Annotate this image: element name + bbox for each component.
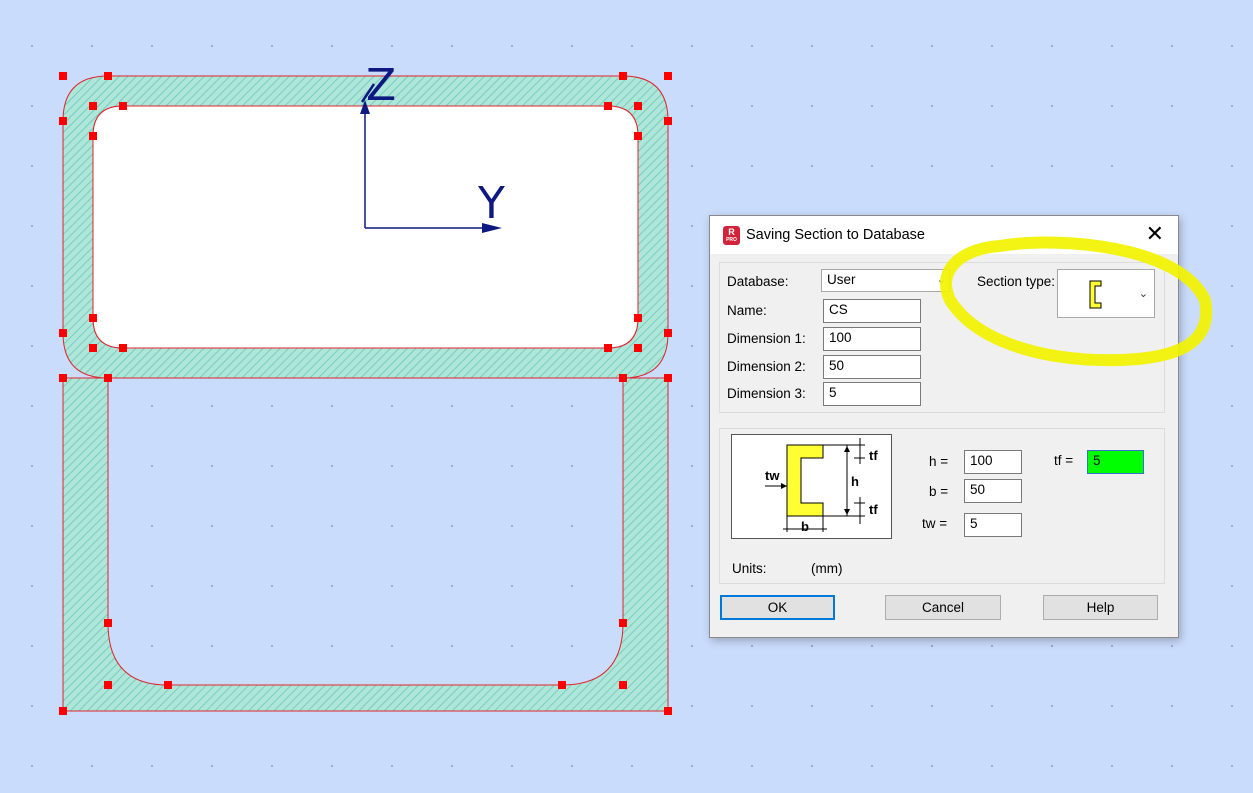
dimension-3-label: Dimension 3: [727,386,806,401]
dialog-title: Saving Section to Database [746,227,925,243]
lower-channel-section[interactable] [62,377,669,712]
y-axis-label: Y [477,178,505,229]
chevron-down-icon: ⌄ [936,274,946,286]
sketch-tw: tw [765,468,780,483]
h-label: h = [929,454,949,469]
section-type-label: Section type: [977,274,1056,289]
section-type-select[interactable]: ⌄ [1057,269,1155,318]
section-sketch: tf h tf tw b [731,434,892,539]
name-field[interactable]: CS [823,299,921,323]
cancel-button[interactable]: Cancel [885,595,1001,620]
help-button[interactable]: Help [1043,595,1158,620]
robot-app-icon: R PRO [723,226,740,245]
units-label: Units: [732,561,767,576]
tf-field[interactable]: 5 [1087,450,1144,474]
sketch-tf-top: tf [869,448,878,463]
sketch-h: h [851,474,859,489]
dimension-2-label: Dimension 2: [727,359,806,374]
h-field[interactable]: 100 [964,450,1022,474]
sketch-b: b [801,519,809,534]
database-selected-value: User [827,272,856,287]
name-label: Name: [727,303,767,318]
dialog-titlebar[interactable]: R PRO Saving Section to Database ✕ [710,216,1178,254]
database-select[interactable]: User ⌄ [821,269,950,292]
b-field[interactable]: 50 [964,479,1022,503]
saving-section-dialog: R PRO Saving Section to Database ✕ Databa… [709,215,1179,638]
b-label: b = [929,484,949,499]
tf-label: tf = [1054,453,1074,468]
dimension-1-label: Dimension 1: [727,331,806,346]
dimension-2-field[interactable]: 50 [823,355,921,379]
database-label: Database: [727,274,789,289]
channel-section-icon [1089,280,1102,309]
tw-field[interactable]: 5 [964,513,1022,537]
z-axis-label: Z [366,60,396,111]
sketch-tf-bottom: tf [869,502,878,517]
units-value: (mm) [811,561,843,576]
dimension-3-field[interactable]: 5 [823,382,921,406]
chevron-down-icon: ⌄ [1138,288,1148,300]
ok-button[interactable]: OK [720,595,835,620]
tw-label: tw = [922,516,948,531]
dimension-1-field[interactable]: 100 [823,327,921,351]
close-icon[interactable]: ✕ [1146,222,1164,246]
